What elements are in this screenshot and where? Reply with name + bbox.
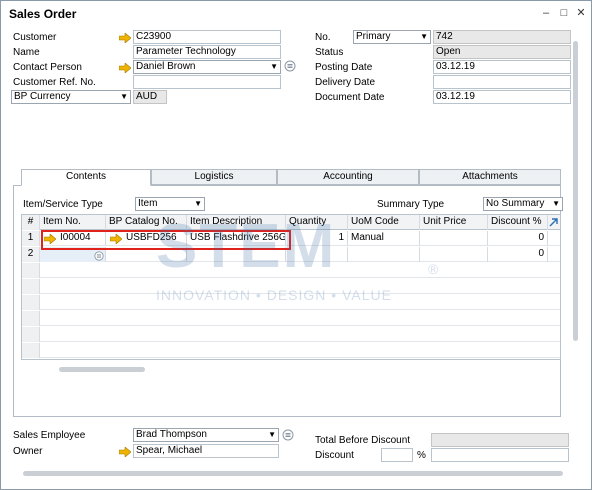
contact-person-value: Daniel Brown [136, 61, 196, 72]
total-before-discount-field [431, 433, 569, 447]
tab-contents[interactable]: Contents [21, 169, 151, 186]
series-value: Primary [356, 31, 391, 42]
percent-sign: % [417, 450, 426, 461]
summary-type-label: Summary Type [377, 199, 445, 210]
chevron-down-icon: ▼ [270, 62, 278, 71]
chevron-down-icon: ▼ [194, 199, 202, 208]
horizontal-scrollbar[interactable] [23, 471, 563, 476]
chevron-down-icon: ▼ [552, 199, 560, 208]
quantity-cell[interactable] [286, 247, 348, 262]
column-header[interactable]: Item Description [187, 215, 286, 230]
unit-price-cell[interactable] [420, 231, 488, 246]
delivery-date-field[interactable] [433, 75, 571, 89]
discount-cell[interactable]: 0 [488, 247, 548, 262]
contact-person-select[interactable]: Daniel Brown ▼ [133, 60, 281, 74]
quantity-cell[interactable]: 1 [286, 231, 348, 246]
row-number [22, 263, 40, 278]
column-header[interactable]: UoM Code [348, 215, 420, 230]
row-number [22, 327, 40, 342]
vertical-scrollbar[interactable] [573, 41, 578, 341]
discount-label: Discount [315, 450, 354, 461]
customer-ref-field[interactable] [133, 75, 281, 89]
maximize-icon[interactable]: □ [557, 6, 571, 20]
grid-horizontal-scrollbar[interactable] [59, 367, 145, 372]
posting-date-field[interactable]: 03.12.19 [433, 60, 571, 74]
customer-field[interactable]: C23900 [133, 30, 281, 44]
tab-logistics[interactable]: Logistics [151, 169, 277, 185]
chevron-down-icon: ▼ [120, 92, 128, 101]
column-header[interactable]: Item No. [40, 215, 106, 230]
tab-accounting[interactable]: Accounting [277, 169, 419, 185]
summary-type-value: No Summary [486, 198, 545, 209]
currency-select-label: BP Currency [14, 91, 71, 102]
table-row[interactable] [22, 279, 560, 294]
no-label: No. [315, 32, 331, 43]
uom-code-cell[interactable] [348, 247, 420, 262]
posting-date-label: Posting Date [315, 62, 373, 73]
column-header[interactable]: Unit Price [420, 215, 488, 230]
document-date-label: Document Date [315, 92, 385, 103]
doc-number-field: 742 [433, 30, 571, 44]
sales-employee-select[interactable]: Brad Thompson ▼ [133, 428, 279, 442]
column-header[interactable]: Discount % [488, 215, 548, 230]
sales-employee-label: Sales Employee [13, 430, 86, 441]
status-label: Status [315, 47, 344, 58]
customer-ref-label: Customer Ref. No. [13, 77, 96, 88]
table-row[interactable] [22, 263, 560, 278]
table-row[interactable] [22, 343, 560, 358]
owner-field[interactable]: Spear, Michael [133, 444, 279, 458]
table-header: # Item No. BP Catalog No. Item Descripti… [22, 215, 560, 230]
currency-field: AUD [133, 90, 167, 104]
row-number [22, 279, 40, 294]
discount-cell[interactable]: 0 [488, 231, 548, 246]
owner-label: Owner [13, 446, 43, 457]
column-header[interactable]: # [22, 215, 40, 230]
list-icon[interactable] [284, 60, 296, 72]
delivery-date-label: Delivery Date [315, 77, 376, 88]
window-title: Sales Order [9, 7, 77, 21]
currency-select[interactable]: BP Currency ▼ [11, 90, 131, 104]
document-date-field[interactable]: 03.12.19 [433, 90, 571, 104]
summary-type-select[interactable]: No Summary ▼ [483, 197, 563, 211]
name-field[interactable]: Parameter Technology [133, 45, 281, 59]
highlight-box [41, 230, 291, 250]
table-row[interactable] [22, 311, 560, 326]
list-icon[interactable] [282, 429, 294, 441]
link-arrow-icon[interactable] [119, 447, 131, 457]
title-bar: Sales Order – □ ✕ [1, 1, 591, 27]
sales-employee-value: Brad Thompson [136, 429, 207, 440]
link-arrow-icon[interactable] [119, 33, 131, 43]
close-icon[interactable]: ✕ [574, 6, 588, 20]
link-arrow-icon[interactable] [119, 63, 131, 73]
row-number: 2 [22, 247, 40, 262]
discount-amount-field[interactable] [431, 448, 569, 462]
chevron-down-icon: ▼ [268, 430, 276, 439]
unit-price-cell[interactable] [420, 247, 488, 262]
row-number [22, 343, 40, 358]
tab-attachments[interactable]: Attachments [419, 169, 561, 185]
item-service-type-select[interactable]: Item ▼ [135, 197, 205, 211]
table-row[interactable] [22, 295, 560, 310]
series-select[interactable]: Primary ▼ [353, 30, 431, 44]
column-header[interactable]: BP Catalog No. [106, 215, 187, 230]
item-service-type-label: Item/Service Type [23, 199, 103, 210]
expand-icon[interactable] [548, 217, 559, 228]
customer-label: Customer [13, 32, 57, 43]
total-before-discount-label: Total Before Discount [315, 435, 411, 446]
item-service-type-value: Item [138, 198, 158, 209]
row-number: 1 [22, 231, 40, 246]
list-icon[interactable] [94, 251, 104, 261]
table-row[interactable] [22, 327, 560, 342]
minimize-icon[interactable]: – [539, 6, 553, 20]
chevron-down-icon: ▼ [420, 32, 428, 41]
row-number [22, 311, 40, 326]
uom-code-cell[interactable]: Manual [348, 231, 420, 246]
column-header[interactable]: Quantity [286, 215, 348, 230]
discount-percent-field[interactable] [381, 448, 413, 462]
sales-order-window: Sales Order – □ ✕ Customer C23900 Name P… [0, 0, 592, 490]
contact-label: Contact Person [13, 62, 82, 73]
row-number [22, 295, 40, 310]
status-field: Open [433, 45, 571, 59]
name-label: Name [13, 47, 40, 58]
